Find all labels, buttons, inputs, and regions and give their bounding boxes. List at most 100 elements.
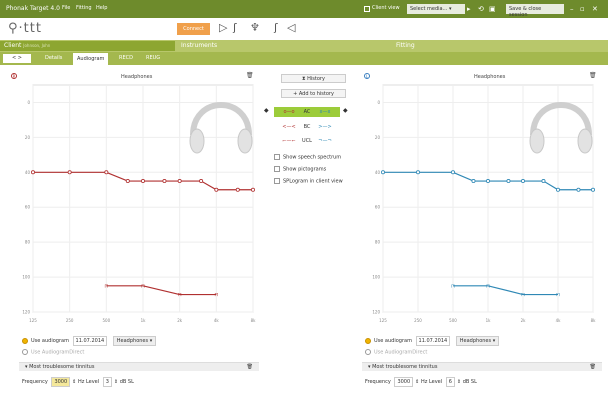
device-icon[interactable]: ▣ — [489, 4, 496, 14]
sync-icon[interactable]: ⟲ — [478, 4, 484, 14]
right-ear-badge: R — [11, 73, 17, 79]
opt-pictograms[interactable]: Show pictograms — [274, 166, 326, 173]
x-tick-label: 8k — [591, 318, 597, 323]
y-tick-label: 0 — [27, 100, 30, 105]
legend-ac[interactable]: o—o AC x—x — [274, 107, 340, 117]
menu-file[interactable]: File — [62, 5, 70, 11]
radio-off-icon[interactable] — [365, 349, 371, 355]
checkbox-icon[interactable] — [274, 154, 280, 160]
data-point-ucl: ⊓ — [451, 283, 455, 289]
y-tick-label: 120 — [372, 310, 380, 315]
left-date-field[interactable]: 11.07.2014 — [72, 336, 108, 346]
add-history-button[interactable]: + Add to history — [281, 89, 346, 98]
data-point-ucl: ⊓ — [556, 292, 560, 298]
left-ear-audiogram[interactable]: 125 250 500 1k 2k 4k 8k 0 20 40 60 80 100 120 ⊓ ⊓ ⊓ ⊓ — [369, 81, 599, 326]
target-logo: ⚲·ttt — [8, 21, 42, 36]
y-tick-label: 120 — [22, 310, 30, 315]
play-icon[interactable]: ▷ — [219, 21, 227, 34]
right-ear-audiogram[interactable]: 125 250 500 1k 2k 4k 8k 0 20 40 60 80 100 120 ⊓ ⊓ ⊓ ⊓ — [19, 81, 259, 326]
speaker-icon[interactable]: ◁ — [287, 21, 295, 34]
data-point-ac — [162, 179, 167, 184]
right-chart-title: Headphones — [474, 74, 506, 80]
left-level-field[interactable]: 3 — [102, 377, 112, 387]
y-tick-label: 100 — [372, 275, 380, 280]
hand-icon[interactable]: ♆ — [250, 21, 260, 34]
left-tinnitus-bar[interactable]: ▾ Most troublesome tinnitus 🗑 — [19, 362, 259, 371]
data-point-ac — [199, 179, 204, 184]
data-point-ac — [541, 179, 546, 184]
data-point-ucl: ⊓ — [521, 292, 525, 298]
data-point-ac — [141, 179, 146, 184]
checkbox-icon[interactable] — [274, 178, 280, 184]
data-point-ac — [214, 187, 219, 192]
left-use-audiogram-row[interactable]: Use audiogram 11.07.2014 Headphones ▾ — [22, 336, 157, 346]
left-device-dropdown[interactable]: Headphones ▾ — [112, 336, 157, 346]
ear-icon[interactable]: ʃ — [233, 21, 237, 34]
restore-icon[interactable]: ▫ — [580, 4, 585, 14]
right-arrow-icon[interactable]: ◆ — [343, 107, 348, 114]
nav-back-forward[interactable]: < > — [3, 54, 31, 63]
history-button[interactable]: ⧗ History — [281, 74, 346, 83]
right-level-field[interactable]: 6 — [445, 377, 455, 387]
data-point-ucl: ⊓ — [141, 283, 145, 289]
client-view-checkbox[interactable] — [364, 6, 370, 12]
left-trash-icon[interactable]: 🗑 — [246, 72, 254, 79]
connect-button[interactable]: Connect — [177, 23, 210, 35]
right-tinnitus-bar[interactable]: ▾ Most troublesome tinnitus 🗑 — [362, 362, 602, 371]
menu-fitting[interactable]: Fitting — [76, 5, 92, 11]
data-point-ucl: ⊓ — [214, 292, 218, 298]
legend-bc[interactable]: <—< BC >—> — [274, 122, 340, 132]
trash-icon[interactable]: 🗑 — [590, 363, 596, 371]
client-view-label: Client view — [372, 5, 400, 11]
x-tick-label: 4k — [214, 318, 220, 323]
workflow-steps: Client Johnson, John Instruments Fitting — [0, 40, 608, 52]
title-bar: Phonak Target 4.0 File Fitting Help Clie… — [0, 0, 608, 18]
y-tick-label: 40 — [375, 170, 381, 175]
opt-splogram[interactable]: SPLogram in client view — [274, 178, 343, 185]
left-frequency-field[interactable]: 3000 — [51, 377, 71, 387]
trash-icon[interactable]: 🗑 — [247, 363, 253, 371]
menu-help[interactable]: Help — [96, 5, 107, 11]
select-media-dropdown[interactable]: Select media... ▾ — [407, 4, 465, 14]
tab-reug[interactable]: REUG — [146, 55, 160, 61]
y-tick-label: 60 — [25, 205, 31, 210]
checkbox-icon[interactable] — [274, 166, 280, 172]
data-point-ac — [506, 179, 511, 184]
data-point-ac — [451, 170, 456, 175]
data-point-ac — [520, 179, 525, 184]
right-use-audiogram-row[interactable]: Use audiogram 11.07.2014 Headphones ▾ — [365, 336, 500, 346]
play-icon[interactable]: ▸ — [467, 4, 471, 14]
left-ear-badge: L — [364, 73, 370, 79]
minimize-icon[interactable]: – — [570, 4, 574, 14]
step-instruments[interactable]: Instruments — [177, 41, 377, 51]
right-frequency-field[interactable]: 3000 — [394, 377, 414, 387]
right-use-direct-row[interactable]: Use AudiogramDirect — [365, 349, 427, 356]
radio-on-icon[interactable] — [365, 337, 371, 344]
radio-off-icon[interactable] — [22, 349, 28, 355]
right-trash-icon[interactable]: 🗑 — [589, 72, 597, 79]
tab-details[interactable]: Details — [45, 55, 62, 61]
save-close-button[interactable]: Save & close session — [506, 4, 564, 18]
left-use-direct-row[interactable]: Use AudiogramDirect — [22, 349, 84, 356]
step-fitting[interactable]: Fitting — [392, 41, 592, 51]
toolbar: ⚲·ttt — [0, 18, 608, 40]
x-tick-label: 125 — [379, 318, 387, 323]
data-point-ac — [486, 179, 491, 184]
radio-on-icon[interactable] — [22, 337, 28, 344]
y-tick-label: 100 — [22, 275, 30, 280]
legend-ucl[interactable]: ⌐—⌐ UCL ¬—¬ — [274, 136, 340, 146]
x-tick-label: 250 — [66, 318, 74, 323]
opt-speech-spectrum[interactable]: Show speech spectrum — [274, 154, 341, 161]
right-device-dropdown[interactable]: Headphones ▾ — [455, 336, 500, 346]
x-tick-label: 500 — [103, 318, 111, 323]
ear-sound-icon[interactable]: ʃ — [274, 21, 278, 34]
x-tick-label: 500 — [449, 318, 457, 323]
tab-recd[interactable]: RECD — [119, 55, 133, 61]
x-tick-label: 2k — [521, 318, 527, 323]
x-tick-label: 1k — [141, 318, 147, 323]
right-date-field[interactable]: 11.07.2014 — [415, 336, 451, 346]
left-arrow-icon[interactable]: ◆ — [264, 107, 269, 114]
tab-audiogram[interactable]: Audiogram — [73, 53, 109, 65]
close-icon[interactable]: ✕ — [592, 4, 598, 14]
step-client[interactable]: Client Johnson, John — [0, 41, 175, 51]
